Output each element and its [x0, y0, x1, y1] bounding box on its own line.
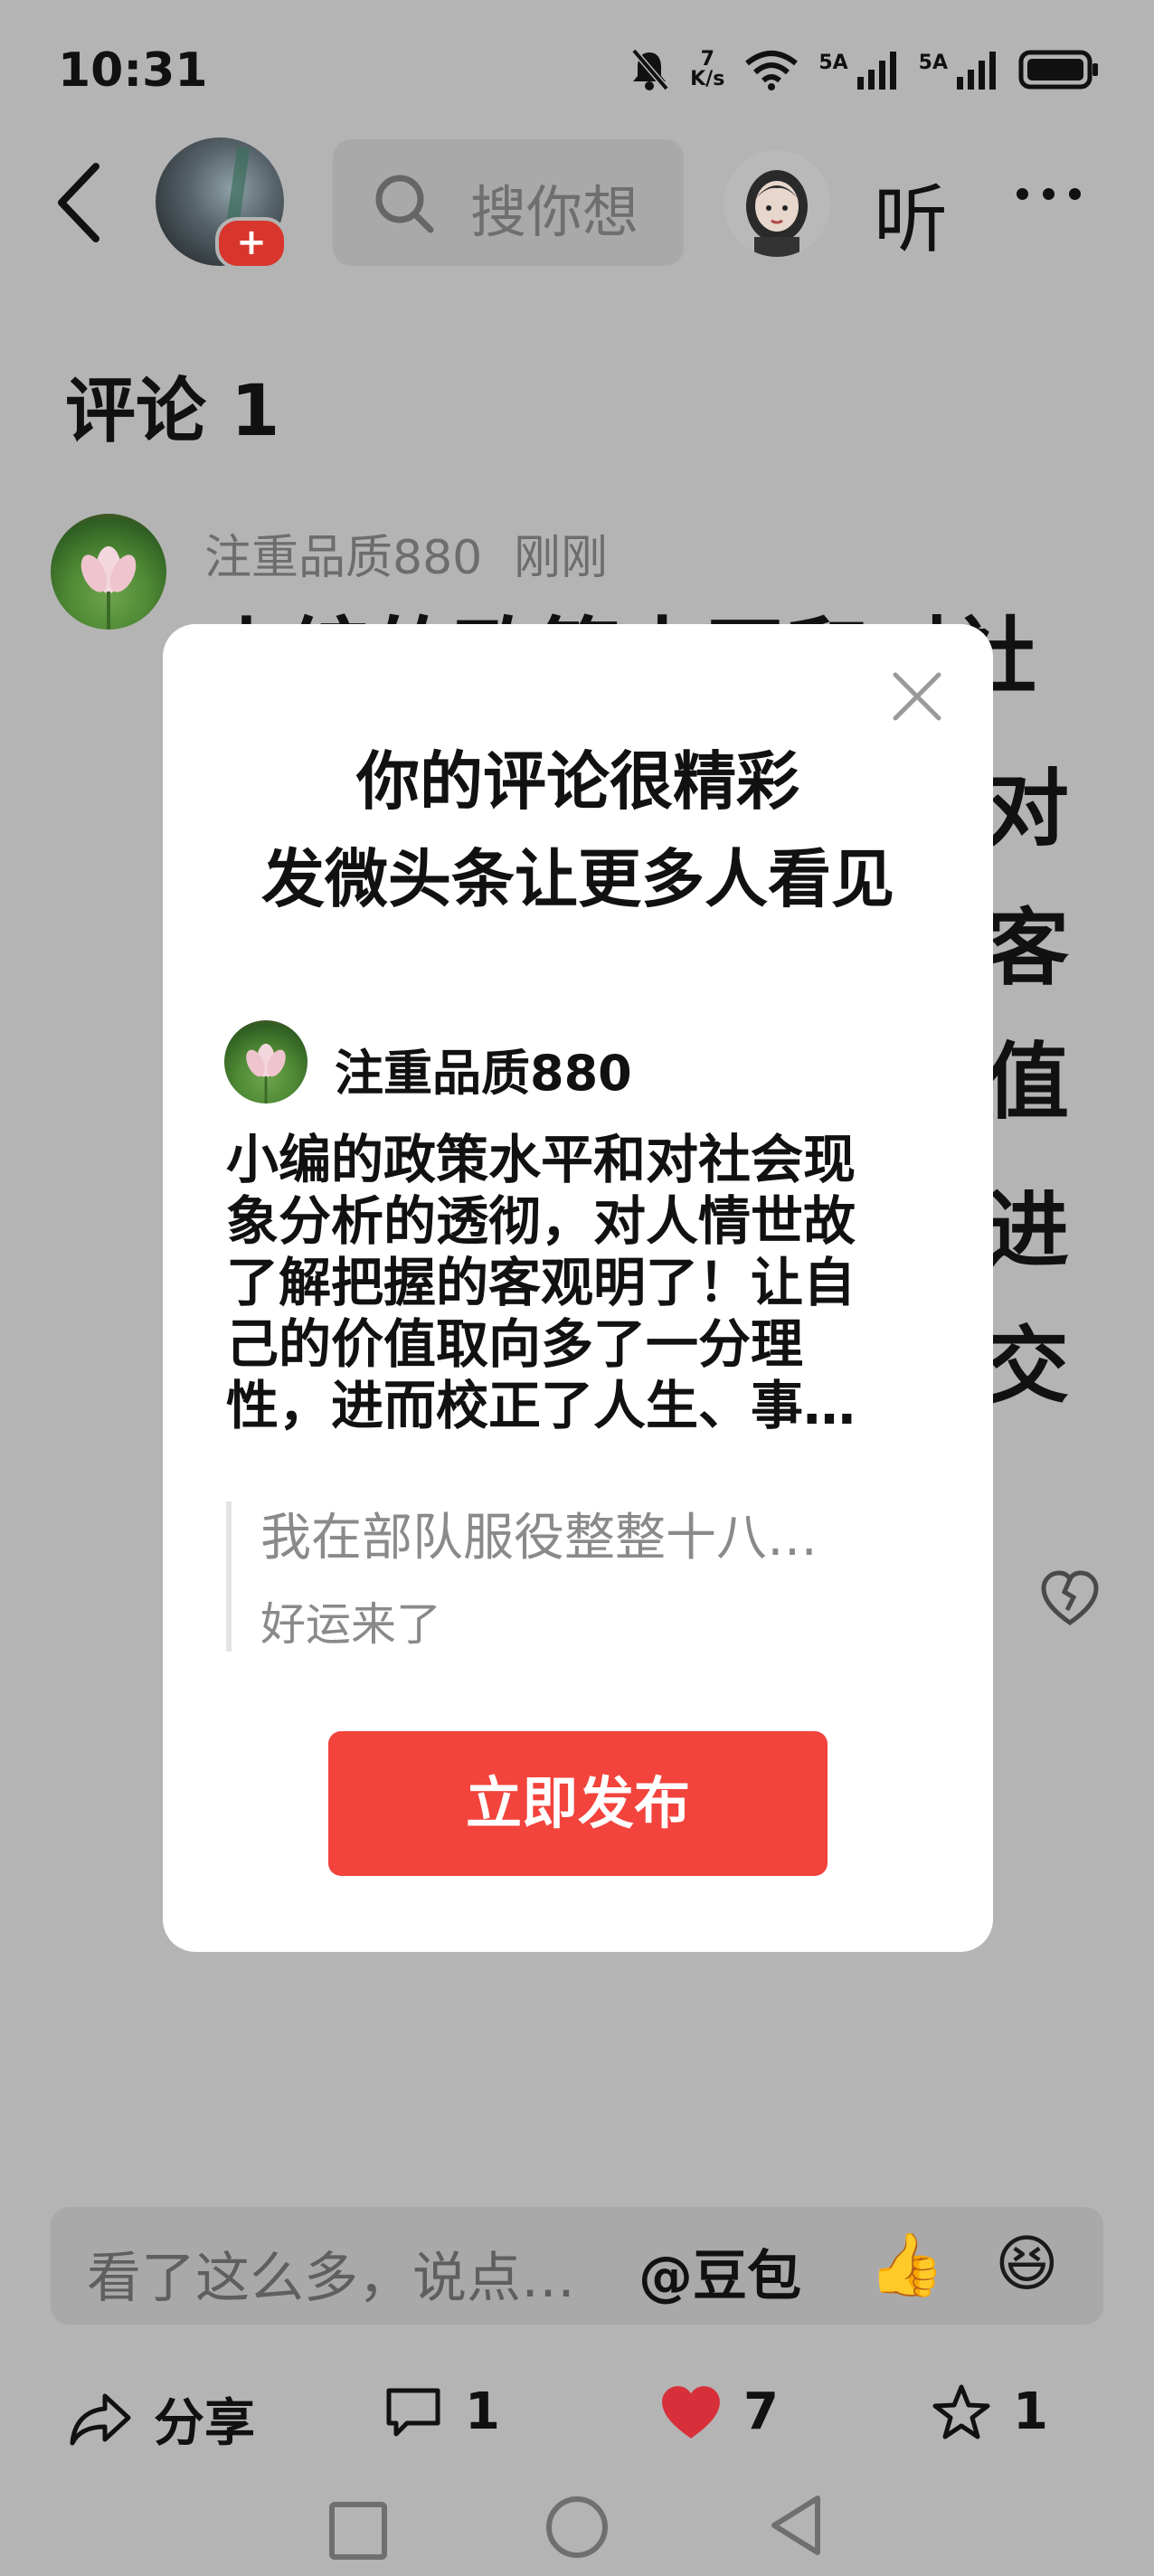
sim2-label: 5A: [918, 51, 948, 74]
more-options-icon[interactable]: [1017, 188, 1081, 200]
wifi-icon: [745, 51, 799, 90]
comment-bubble-icon: [386, 2388, 440, 2436]
likes-count: 7: [743, 2382, 779, 2441]
ai-assistant-avatar[interactable]: [724, 150, 830, 257]
search-icon: [375, 175, 434, 233]
battery-icon: [1018, 50, 1098, 90]
net-speed: 7 K/s: [690, 48, 725, 90]
follow-plus-badge[interactable]: +: [215, 217, 288, 270]
dialog-comment-text: 小编的政策水平和对社会现 象分析的透彻，对人情世故 了解把握的客观明了！让自 己…: [226, 1129, 922, 1436]
comments-count-button[interactable]: 1: [383, 2382, 500, 2441]
status-icons: 7 K/s 5A 5A: [629, 47, 1100, 92]
comment-line: 性，进而校正了人生、事…: [226, 1375, 856, 1436]
mention-doubao-button[interactable]: @豆包: [638, 2232, 801, 2311]
search-bar[interactable]: 搜你想: [333, 139, 684, 266]
dialog-user-name: 注重品质880: [335, 1045, 632, 1102]
laugh-emoji-icon[interactable]: 😆: [995, 2229, 1059, 2300]
like-button[interactable]: 7: [660, 2382, 779, 2441]
comment-line: 己的价值取向多了一分理: [226, 1313, 804, 1375]
comment-time: 刚刚: [514, 531, 609, 585]
comment-input[interactable]: 看了这么多，说点… @豆包 👍 😆: [51, 2207, 1103, 2325]
share-icon: [70, 2393, 131, 2445]
comment-text-line: 进: [986, 1182, 1070, 1279]
comment-text-line: 值: [986, 1034, 1070, 1131]
girl-avatar-icon: [746, 170, 808, 257]
lotus-icon: [80, 546, 137, 630]
quoted-article-title: 我在部队服役整整十八…: [260, 1509, 818, 1567]
comment-text-line: 对: [986, 761, 1070, 857]
comment-line: 象分析的透彻，对人情世故: [226, 1190, 856, 1252]
comment-line: 小编的政策水平和对社会现: [226, 1129, 856, 1190]
back-arrow-icon[interactable]: [52, 161, 107, 244]
comment-input-placeholder: 看了这么多，说点…: [87, 2247, 575, 2310]
commenter-avatar[interactable]: [51, 514, 166, 630]
home-button[interactable]: [546, 2496, 608, 2558]
listen-button[interactable]: 听: [874, 159, 948, 267]
dialog-subtitle: 发微头条让更多人看见: [261, 842, 894, 916]
signal-icon: [856, 52, 896, 90]
heart-filled-icon: [662, 2385, 720, 2439]
mute-bell-icon: [631, 48, 669, 91]
thumbs-up-emoji-icon[interactable]: 👍: [868, 2229, 945, 2301]
comment-text-line: 客: [986, 900, 1070, 997]
share-label: 分享: [154, 2394, 255, 2453]
lotus-icon: [246, 1043, 286, 1103]
star-icon: [932, 2384, 990, 2439]
sim1-label: 5A: [818, 51, 848, 74]
quoted-article-subtitle: 好运来了: [260, 1598, 441, 1651]
publish-now-button[interactable]: 立即发布: [328, 1731, 828, 1876]
close-icon[interactable]: [892, 671, 942, 722]
dislike-broken-heart-icon[interactable]: [1040, 1568, 1100, 1628]
favorites-count: 1: [1013, 2382, 1048, 2441]
search-placeholder: 搜你想: [470, 179, 639, 245]
recent-apps-button[interactable]: [329, 2502, 387, 2560]
comments-title: 评论 1: [65, 371, 280, 452]
signal-icon: [957, 52, 996, 90]
comments-count: 1: [465, 2382, 500, 2441]
dialog-user-avatar: [224, 1020, 307, 1103]
favorite-button[interactable]: 1: [932, 2382, 1048, 2441]
comment-line: 了解把握的客观明了！让自: [226, 1252, 856, 1313]
system-back-icon[interactable]: [767, 2493, 825, 2558]
dialog-title: 你的评论很精彩: [356, 744, 799, 819]
comment-text-line: 交: [986, 1318, 1070, 1415]
commenter-name[interactable]: 注重品质880: [204, 519, 482, 587]
quoted-article: 我在部队服役整整十八… 好运来了: [226, 1501, 948, 1652]
share-to-post-dialog: 你的评论很精彩 发微头条让更多人看见 注重品质880 小编的政策水平和对社会现 …: [163, 624, 993, 1952]
share-button[interactable]: 分享: [69, 2382, 255, 2456]
status-time: 10:31: [58, 43, 208, 98]
